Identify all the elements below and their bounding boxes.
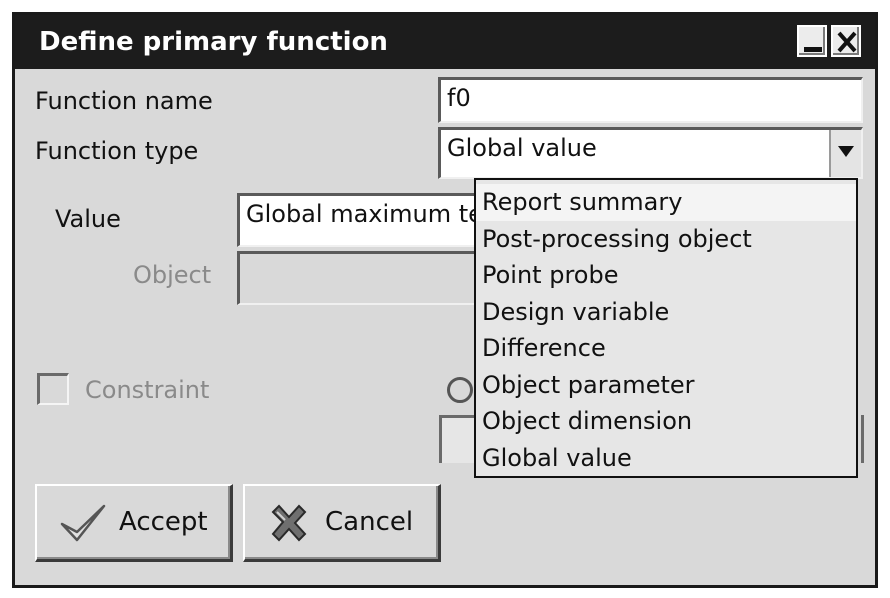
dropdown-option-post-processing-object[interactable]: Post-processing object [476,221,856,258]
dropdown-option-report-summary[interactable]: Report summary [476,184,856,221]
object-label: Object [133,261,212,289]
object-input[interactable] [237,251,487,305]
dropdown-option-point-probe[interactable]: Point probe [476,257,856,294]
value-label: Value [55,205,121,233]
function-type-dropdown-list: Report summary Post-processing object Po… [474,178,858,478]
function-name-input[interactable]: f0 [438,77,863,123]
constraint-label: Constraint [85,376,210,404]
close-button[interactable] [831,25,861,57]
cancel-button[interactable]: Cancel [243,484,441,562]
dropdown-option-difference[interactable]: Difference [476,330,856,367]
constraint-value-input-edge [858,415,864,463]
dropdown-option-object-dimension[interactable]: Object dimension [476,403,856,440]
value-select[interactable]: Global maximum te [237,193,487,247]
constraint-value-input[interactable] [439,415,479,463]
close-icon [837,31,857,53]
cancel-label: Cancel [325,507,414,537]
dialog-title: Define primary function [39,27,388,57]
function-type-select[interactable]: Global value [438,127,863,179]
checkmark-icon [60,504,106,542]
function-name-value: f0 [447,84,471,112]
function-name-label: Function name [35,87,213,115]
constraint-checkbox[interactable] [37,373,69,405]
constraint-radio-button[interactable] [447,377,473,403]
accept-label: Accept [119,507,208,537]
define-primary-function-dialog: Define primary function Function name f0… [12,12,878,588]
dropdown-option-global-value[interactable]: Global value [476,440,856,477]
dropdown-option-object-parameter[interactable]: Object parameter [476,367,856,404]
accept-button[interactable]: Accept [35,484,233,562]
minimize-icon [804,47,822,52]
function-type-label: Function type [35,137,199,165]
function-type-selected-value: Global value [447,134,597,162]
value-selected-value: Global maximum te [246,200,483,228]
dropdown-option-design-variable[interactable]: Design variable [476,294,856,331]
x-icon [271,504,307,542]
title-bar: Define primary function [15,15,875,69]
minimize-button[interactable] [797,25,827,57]
dropdown-toggle-button[interactable] [829,130,861,177]
chevron-down-icon [838,146,854,157]
